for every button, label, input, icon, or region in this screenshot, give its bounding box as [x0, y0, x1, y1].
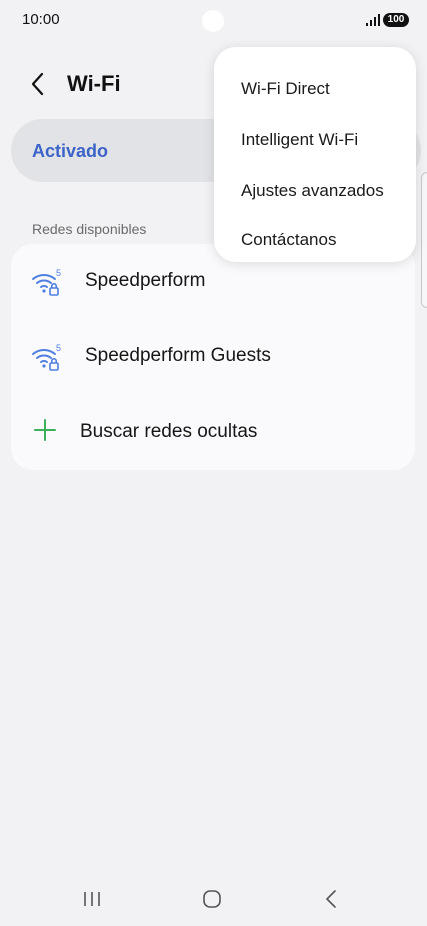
svg-text:5: 5: [56, 343, 61, 353]
scroll-indicator[interactable]: [421, 172, 427, 308]
navigation-bar: [0, 874, 427, 926]
menu-item-wifi-direct[interactable]: Wi-Fi Direct: [214, 57, 416, 105]
plus-icon: [34, 419, 56, 441]
add-hidden-network-label: Buscar redes ocultas: [80, 421, 258, 442]
menu-item-advanced-settings[interactable]: Ajustes avanzados: [214, 159, 416, 207]
add-hidden-network-button[interactable]: Buscar redes ocultas: [11, 403, 415, 463]
menu-item-label: Contáctanos: [241, 230, 337, 249]
available-networks-label: Redes disponibles: [32, 221, 147, 237]
back-arrow-icon[interactable]: [28, 71, 48, 97]
network-item[interactable]: 5 Speedperform Guests: [11, 327, 415, 387]
overflow-menu: Wi-Fi Direct Intelligent Wi-Fi Ajustes a…: [214, 47, 416, 262]
signal-icon: [366, 14, 380, 26]
home-icon[interactable]: [201, 888, 223, 910]
page-title: Wi-Fi: [67, 71, 121, 96]
menu-item-label: Intelligent Wi-Fi: [241, 130, 359, 149]
wifi-toggle-label: Activado: [32, 141, 109, 161]
recents-icon[interactable]: [82, 888, 102, 910]
battery-icon: 100: [383, 13, 409, 27]
svg-text:5: 5: [56, 268, 61, 278]
status-time: 10:00: [22, 11, 60, 28]
wifi-5ghz-locked-icon: 5: [32, 343, 61, 371]
wifi-5ghz-locked-icon: 5: [32, 268, 61, 296]
status-bar: 10:00 100: [0, 0, 427, 42]
nav-back-icon[interactable]: [322, 888, 340, 910]
networks-list: 5 Speedperform 5 Speedperform Guests Bus…: [11, 244, 415, 470]
network-name: Speedperform Guests: [85, 345, 271, 366]
menu-item-intelligent-wifi[interactable]: Intelligent Wi-Fi: [214, 108, 416, 156]
camera-cutout: [202, 10, 224, 32]
menu-item-label: Wi-Fi Direct: [241, 79, 330, 98]
menu-item-label: Ajustes avanzados: [241, 181, 384, 200]
network-name: Speedperform: [85, 270, 206, 291]
menu-item-contact-us[interactable]: Contáctanos: [214, 208, 416, 256]
